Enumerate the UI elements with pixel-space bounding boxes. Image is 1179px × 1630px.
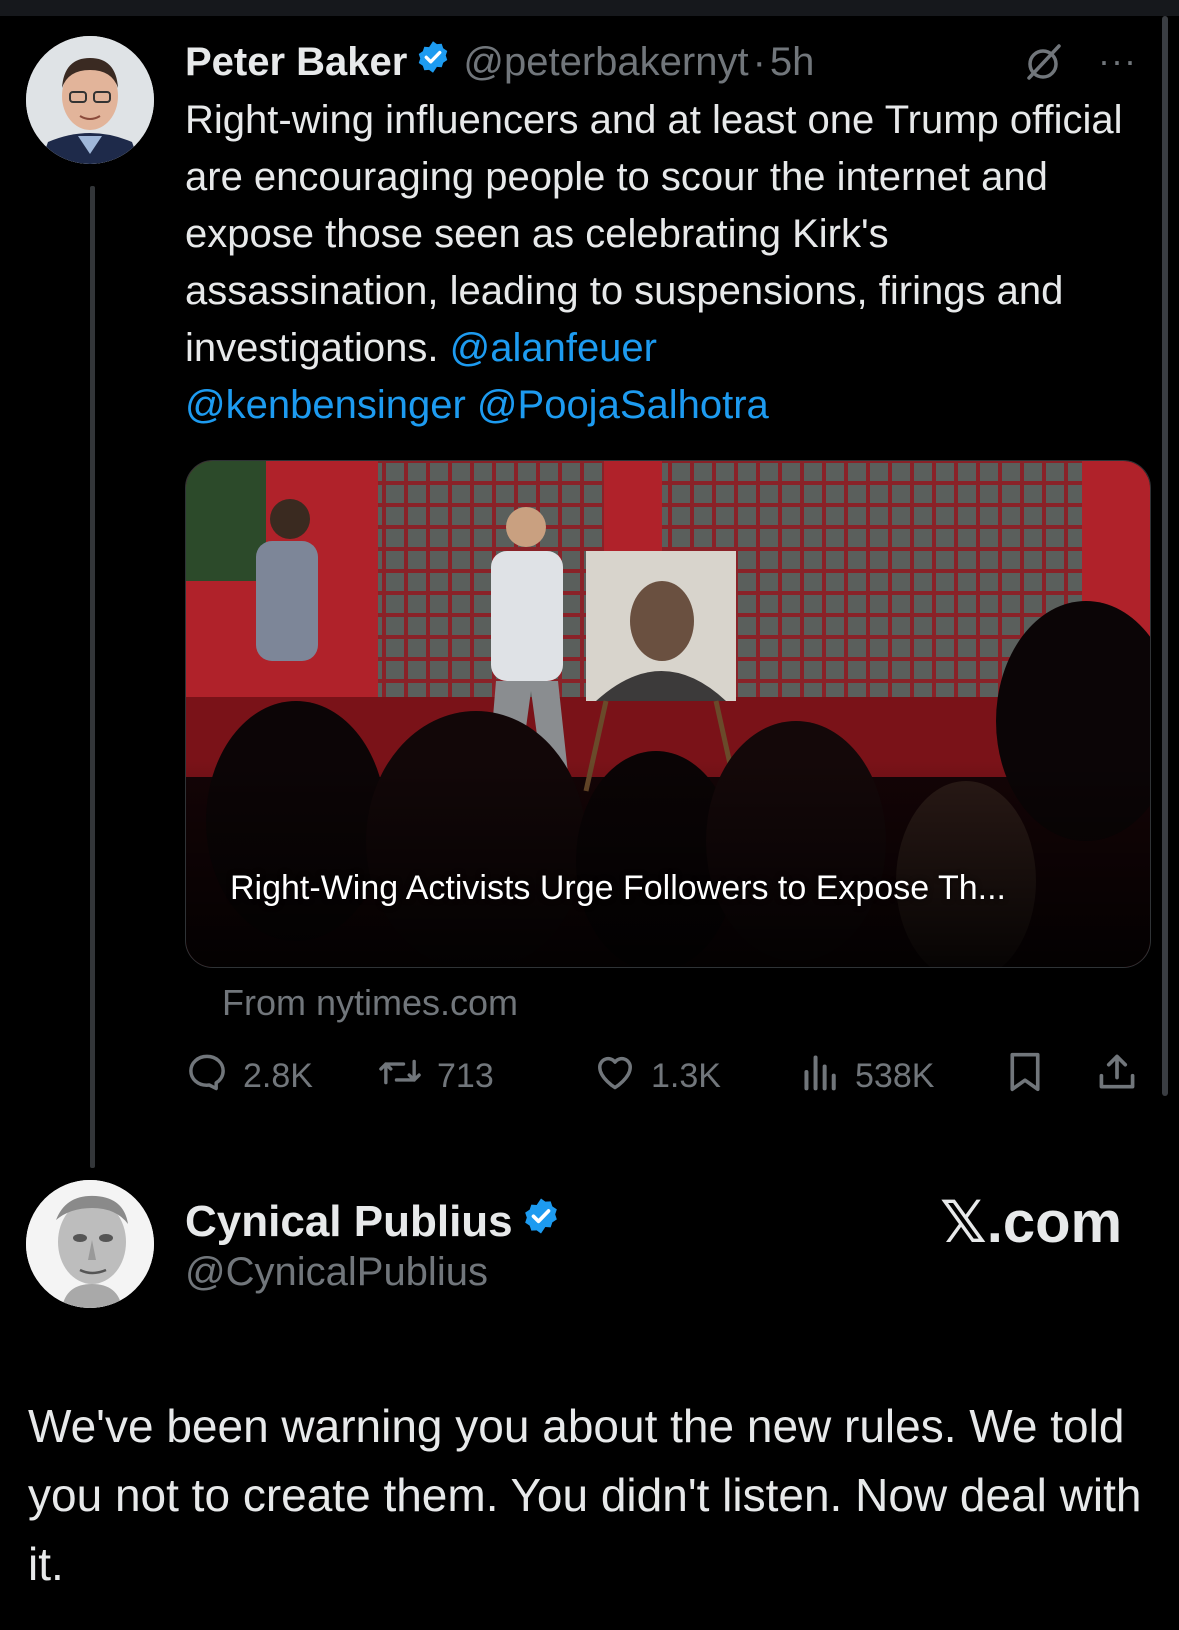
like-count: 1.3K (651, 1056, 721, 1095)
more-icon[interactable]: ··· (1098, 43, 1137, 79)
tweet-header: Peter Baker @peterbakernyt · 5h (185, 38, 814, 86)
bookmark-button[interactable] (1005, 1050, 1045, 1102)
mention-link[interactable]: @PoojaSalhotra (477, 383, 769, 427)
x-logo-watermark: 𝕏.com (940, 1190, 1123, 1255)
author-handle[interactable]: @peterbakernyt (463, 40, 748, 85)
card-title: Right-Wing Activists Urge Followers to E… (230, 869, 1006, 907)
views-button[interactable]: 538K (801, 1050, 934, 1102)
link-card[interactable]: Right-Wing Activists Urge Followers to E… (185, 460, 1151, 968)
separator-dot: · (752, 39, 766, 84)
verified-badge-icon (415, 39, 451, 85)
share-icon (1095, 1050, 1139, 1103)
scrollbar[interactable] (1162, 16, 1168, 1096)
like-icon (593, 1050, 637, 1103)
mention-link[interactable]: @alanfeuer (450, 326, 657, 370)
views-count: 538K (855, 1056, 935, 1095)
grok-icon[interactable] (1023, 42, 1063, 87)
repost-button[interactable]: 713 (377, 1050, 494, 1102)
mention-link[interactable]: @kenbensinger (185, 383, 466, 427)
author-name[interactable]: Peter Baker (185, 40, 407, 85)
card-source[interactable]: From nytimes.com (222, 982, 518, 1024)
tweet-text: Right-wing influencers and at least one … (185, 92, 1135, 434)
tweet-time[interactable]: 5h (770, 40, 815, 85)
share-button[interactable] (1095, 1050, 1139, 1102)
reply-text: We've been warning you about the new rul… (28, 1400, 1142, 1590)
top-status-strip (0, 0, 1179, 16)
reply-icon (185, 1050, 229, 1103)
reply-author-handle[interactable]: @CynicalPublius (185, 1250, 488, 1295)
repost-icon (377, 1050, 423, 1103)
reply-header: Cynical Publius (185, 1196, 573, 1247)
reply-author-name[interactable]: Cynical Publius (185, 1197, 513, 1247)
like-button[interactable]: 1.3K (593, 1050, 721, 1102)
bookmark-icon (1005, 1050, 1045, 1103)
action-bar: 2.8K 713 1.3K 538K (185, 1050, 1145, 1102)
reply-avatar[interactable] (26, 1180, 154, 1308)
views-icon (801, 1050, 841, 1103)
verified-badge-icon (521, 1196, 561, 1247)
reply-count: 2.8K (243, 1056, 313, 1095)
repost-count: 713 (437, 1056, 494, 1095)
reply-button[interactable]: 2.8K (185, 1050, 313, 1102)
author-avatar[interactable] (26, 36, 154, 164)
thread-connector-line (90, 186, 95, 1168)
